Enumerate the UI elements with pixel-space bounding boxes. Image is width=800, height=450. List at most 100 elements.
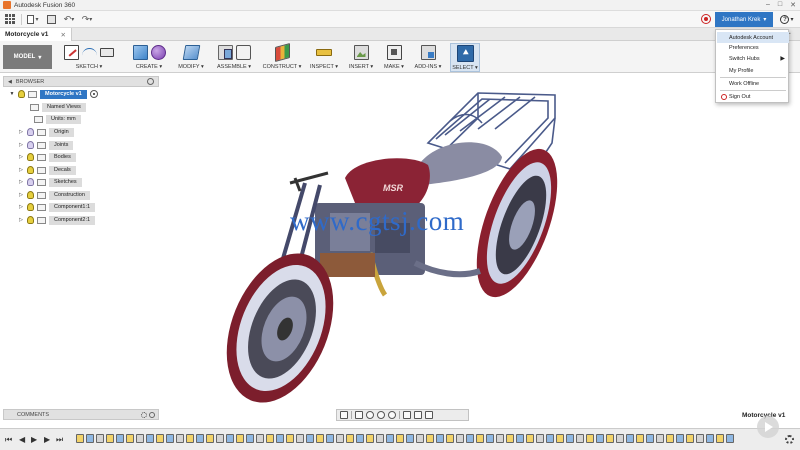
timeline-feature-icon[interactable] (336, 434, 344, 443)
construct-menu-label[interactable]: CONSTRUCT ▾ (262, 64, 302, 70)
redo-button[interactable]: ↷ ▾ (80, 13, 94, 26)
tree-item-label[interactable]: Component1:1 (49, 202, 96, 212)
new-component-icon[interactable] (217, 45, 233, 60)
timeline-feature-icon[interactable] (506, 434, 514, 443)
tree-item-label[interactable]: Decals (49, 165, 76, 175)
timeline-feature-icon[interactable] (546, 434, 554, 443)
insert-image-icon[interactable] (353, 45, 369, 60)
timeline-feature-icon[interactable] (386, 434, 394, 443)
menu-item-my-profile[interactable]: My Profile (717, 65, 789, 76)
tree-item-component2[interactable]: ▷ Component2:1 (18, 215, 96, 225)
visibility-bulb-icon[interactable] (27, 216, 34, 224)
expand-arrow-icon[interactable]: ▷ (18, 154, 24, 160)
timeline-feature-icon[interactable] (706, 434, 714, 443)
menu-item-sign-out[interactable]: Sign Out (717, 91, 789, 102)
visibility-bulb-icon[interactable] (27, 153, 34, 161)
timeline-feature-icon[interactable] (576, 434, 584, 443)
timeline-feature-icon[interactable] (356, 434, 364, 443)
file-menu-button[interactable]: ▾ (26, 13, 40, 26)
video-play-badge-icon[interactable] (757, 416, 779, 438)
play-icon[interactable]: ▶ (31, 435, 37, 444)
visibility-bulb-icon[interactable] (18, 90, 25, 98)
tree-root-label[interactable]: Motorcycle v1 (40, 89, 87, 99)
timeline-feature-icon[interactable] (456, 434, 464, 443)
offset-plane-icon[interactable] (274, 42, 290, 63)
modify-menu-label[interactable]: MODIFY ▾ (176, 64, 206, 70)
maximize-button[interactable]: □ (778, 1, 782, 9)
timeline-feature-icon[interactable] (326, 434, 334, 443)
timeline-feature-icon[interactable] (446, 434, 454, 443)
visibility-bulb-icon[interactable] (27, 166, 34, 174)
tree-item-label[interactable]: Units: mm (46, 114, 81, 124)
timeline-feature-icon[interactable] (106, 434, 114, 443)
joint-icon[interactable] (235, 45, 251, 60)
3d-print-icon[interactable] (386, 45, 402, 60)
go-to-start-icon[interactable]: ⏮ (5, 435, 12, 444)
timeline-feature-icon[interactable] (306, 434, 314, 443)
inspect-group[interactable]: INSPECT ▾ (308, 43, 340, 72)
orbit-icon[interactable] (340, 411, 348, 419)
timeline-feature-icon[interactable] (86, 434, 94, 443)
collapse-triangle-icon[interactable]: ◀ (8, 79, 12, 85)
timeline-feature-icon[interactable] (236, 434, 244, 443)
scripts-addins-icon[interactable] (420, 45, 436, 60)
timeline-feature-icon[interactable] (406, 434, 414, 443)
tree-item-label[interactable]: Component2:1 (49, 215, 96, 225)
timeline-feature-icon[interactable] (396, 434, 404, 443)
timeline-feature-icon[interactable] (366, 434, 374, 443)
timeline-feature-icon[interactable] (436, 434, 444, 443)
timeline-feature-icon[interactable] (206, 434, 214, 443)
visibility-bulb-icon[interactable] (27, 178, 34, 186)
minimize-button[interactable]: – (766, 1, 770, 9)
timeline-feature-icon[interactable] (286, 434, 294, 443)
timeline-feature-track[interactable] (76, 434, 744, 445)
timeline-feature-icon[interactable] (226, 434, 234, 443)
timeline-feature-icon[interactable] (156, 434, 164, 443)
rectangle-icon[interactable] (100, 48, 114, 57)
assemble-group[interactable]: ASSEMBLE ▾ (213, 43, 255, 72)
make-menu-label[interactable]: MAKE ▾ (381, 64, 407, 70)
activate-radio-icon[interactable] (89, 90, 98, 98)
tree-item-decals[interactable]: ▷ Decals (18, 165, 76, 175)
timeline-feature-icon[interactable] (146, 434, 154, 443)
timeline-feature-icon[interactable] (476, 434, 484, 443)
pin-icon[interactable] (149, 412, 155, 418)
timeline-feature-icon[interactable] (346, 434, 354, 443)
addins-group[interactable]: ADD-INS ▾ (412, 43, 444, 72)
menu-item-work-offline[interactable]: Work Offline (717, 78, 789, 89)
go-to-end-icon[interactable]: ⏭ (56, 435, 63, 444)
tree-item-bodies[interactable]: ▷ Bodies (18, 152, 76, 162)
modify-group[interactable]: MODIFY ▾ (176, 43, 206, 72)
tree-item-construction[interactable]: ▷ Construction (18, 190, 90, 200)
workspace-switcher[interactable]: MODEL ▾ (3, 45, 52, 69)
tree-item-label[interactable]: Sketches (49, 177, 82, 187)
select-menu-label[interactable]: SELECT ▾ (451, 65, 479, 71)
timeline-feature-icon[interactable] (656, 434, 664, 443)
timeline-feature-icon[interactable] (426, 434, 434, 443)
expand-arrow-icon[interactable]: ▷ (18, 129, 24, 135)
tree-item-label[interactable]: Joints (49, 140, 74, 150)
record-icon[interactable] (701, 14, 711, 24)
construct-group[interactable]: CONSTRUCT ▾ (262, 42, 302, 72)
timeline-feature-icon[interactable] (646, 434, 654, 443)
timeline-feature-icon[interactable] (556, 434, 564, 443)
make-group[interactable]: MAKE ▾ (381, 43, 407, 72)
menu-item-switch-hubs[interactable]: Switch Hubs ▶ (717, 53, 789, 64)
inspect-menu-label[interactable]: INSPECT ▾ (308, 64, 340, 70)
tree-item-origin[interactable]: ▷ Origin (18, 127, 74, 137)
expand-arrow-icon[interactable]: ▷ (18, 217, 24, 223)
create-sketch-icon[interactable] (64, 45, 79, 60)
expand-arrow-icon[interactable]: ▷ (18, 142, 24, 148)
close-window-button[interactable]: ✕ (790, 1, 796, 9)
visibility-bulb-icon[interactable] (27, 141, 34, 149)
pan-hand-icon[interactable] (366, 411, 374, 419)
timeline-feature-icon[interactable] (566, 434, 574, 443)
create-group[interactable]: CREATE ▾ (128, 43, 170, 72)
visibility-bulb-icon[interactable] (27, 203, 34, 211)
user-account-button[interactable]: Jonathan Krek ▾ (715, 12, 773, 27)
timeline-feature-icon[interactable] (266, 434, 274, 443)
press-pull-icon[interactable] (182, 45, 200, 60)
step-back-icon[interactable]: ◀ (19, 435, 25, 444)
timeline-feature-icon[interactable] (166, 434, 174, 443)
timeline-feature-icon[interactable] (616, 434, 624, 443)
